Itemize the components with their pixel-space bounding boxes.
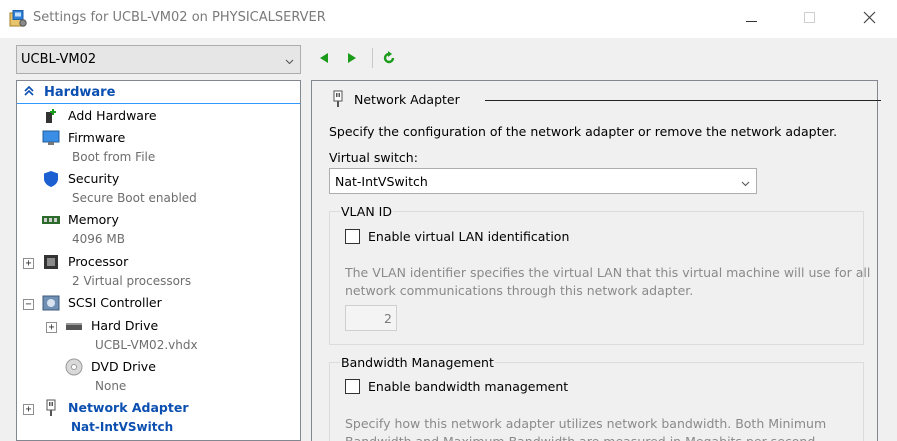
tree-item-label: Processor — [68, 254, 129, 269]
toolbar-separator — [372, 48, 373, 68]
tree-item-label: SCSI Controller — [68, 295, 162, 310]
minimize-button[interactable] — [728, 6, 774, 32]
tree-section-label: Hardware — [44, 85, 116, 100]
tree-item-firmware[interactable]: Firmware Boot from File — [41, 129, 291, 169]
tree-item-memory[interactable]: Memory 4096 MB — [41, 211, 291, 251]
section-rule — [485, 100, 881, 101]
network-adapter-icon — [332, 90, 344, 111]
tree-item-label: Security — [68, 171, 120, 186]
memory-chip-icon — [41, 211, 61, 229]
close-icon — [863, 11, 876, 27]
minimize-icon — [745, 12, 757, 26]
collapse-up-icon[interactable] — [23, 85, 35, 100]
tree-item-scsi-controller[interactable]: SCSI Controller — [41, 294, 291, 314]
scsi-controller-icon — [41, 294, 61, 312]
enable-vlan-label: Enable virtual LAN identification — [368, 229, 570, 244]
maximize-icon — [803, 12, 815, 26]
enable-vlan-checkbox[interactable] — [345, 229, 360, 244]
vlan-help-line-1: The VLAN identifier specifies the virtua… — [345, 265, 871, 280]
vm-selector-dropdown[interactable]: UCBL-VM02 — [16, 45, 301, 74]
settings-app-icon — [9, 10, 27, 27]
tree-item-processor[interactable]: Processor 2 Virtual processors — [41, 253, 291, 293]
tree-item-label: DVD Drive — [91, 359, 156, 374]
forward-button[interactable] — [343, 50, 361, 68]
expand-network-adapter-toggle[interactable]: + — [23, 404, 34, 415]
hardware-tree: Hardware Add Hardware Firmware Boot from… — [16, 80, 301, 441]
tree-section-hardware[interactable]: Hardware — [17, 82, 300, 104]
tree-item-detail: None — [95, 379, 127, 393]
section-description: Specify the configuration of the network… — [329, 124, 838, 139]
tree-item-label: Memory — [68, 212, 119, 227]
chevron-down-icon — [285, 54, 294, 68]
expand-hard-drive-toggle[interactable]: + — [46, 322, 57, 333]
tree-item-security[interactable]: Security Secure Boot enabled — [41, 170, 291, 210]
title-bar: Settings for UCBL-VM02 on PHYSICALSERVER — [0, 0, 897, 38]
add-hardware-icon — [41, 107, 61, 125]
refresh-icon — [382, 50, 396, 68]
collapse-scsi-toggle[interactable]: − — [23, 299, 34, 310]
refresh-button[interactable] — [380, 50, 398, 68]
tree-item-label: Hard Drive — [91, 318, 159, 333]
tree-item-dvd-drive[interactable]: DVD Drive None — [64, 358, 294, 398]
tree-item-network-adapter[interactable]: Network Adapter Nat-IntVSwitch — [41, 399, 291, 439]
vm-selector-value: UCBL-VM02 — [21, 52, 97, 67]
tree-item-label: Add Hardware — [68, 108, 157, 123]
virtual-switch-value: Nat-IntVSwitch — [335, 174, 428, 189]
tree-item-detail: UCBL-VM02.vhdx — [95, 338, 198, 352]
tree-item-detail: Secure Boot enabled — [72, 191, 197, 205]
enable-vlan-checkbox-row[interactable]: Enable virtual LAN identification — [345, 228, 585, 246]
vlan-group: VLAN ID Enable virtual LAN identificatio… — [329, 204, 870, 345]
chevron-down-icon — [741, 176, 750, 190]
bandwidth-help-line-1: Specify how this network adapter utilize… — [345, 416, 827, 431]
enable-bandwidth-label: Enable bandwidth management — [368, 379, 569, 394]
back-button[interactable] — [315, 50, 333, 68]
network-adapter-icon — [41, 399, 61, 417]
details-panel: Network Adapter Specify the configuratio… — [311, 80, 881, 441]
vlan-id-value: 2 — [384, 311, 392, 326]
arrow-right-icon — [346, 52, 358, 67]
tree-item-detail: Boot from File — [72, 150, 156, 164]
tree-item-detail: Nat-IntVSwitch — [71, 420, 174, 434]
tree-item-label: Network Adapter — [68, 400, 189, 415]
window-title: Settings for UCBL-VM02 on PHYSICALSERVER — [33, 10, 326, 25]
bandwidth-group-title: Bandwidth Management — [340, 355, 495, 370]
arrow-left-icon — [318, 52, 330, 67]
virtual-switch-dropdown[interactable]: Nat-IntVSwitch — [329, 168, 757, 194]
section-title: Network Adapter — [354, 92, 460, 107]
vlan-group-title: VLAN ID — [340, 204, 393, 219]
section-header: Network Adapter — [330, 90, 881, 111]
monitor-icon — [41, 129, 61, 147]
close-button[interactable] — [846, 6, 892, 32]
tree-item-detail: 2 Virtual processors — [72, 274, 192, 288]
tree-item-add-hardware[interactable]: Add Hardware — [41, 107, 291, 127]
vlan-help-line-2: network communications through this netw… — [345, 283, 694, 298]
enable-bandwidth-checkbox[interactable] — [345, 379, 360, 394]
tree-item-hard-drive[interactable]: Hard Drive UCBL-VM02.vhdx — [64, 317, 294, 357]
hard-drive-icon — [64, 317, 84, 335]
bandwidth-group: Bandwidth Management Enable bandwidth ma… — [329, 355, 864, 441]
processor-icon — [41, 253, 61, 271]
tree-item-detail: 4096 MB — [72, 232, 125, 246]
shield-icon — [41, 170, 61, 188]
bandwidth-help-line-2: Bandwidth and Maximum Bandwidth are meas… — [345, 433, 819, 441]
tree-item-label: Firmware — [68, 130, 126, 145]
virtual-switch-label: Virtual switch: — [329, 150, 418, 165]
enable-bandwidth-checkbox-row[interactable]: Enable bandwidth management — [345, 378, 585, 396]
dvd-disc-icon — [64, 358, 84, 376]
expand-processor-toggle[interactable]: + — [23, 258, 34, 269]
maximize-button[interactable] — [786, 6, 832, 32]
vlan-id-input[interactable]: 2 — [345, 305, 397, 331]
